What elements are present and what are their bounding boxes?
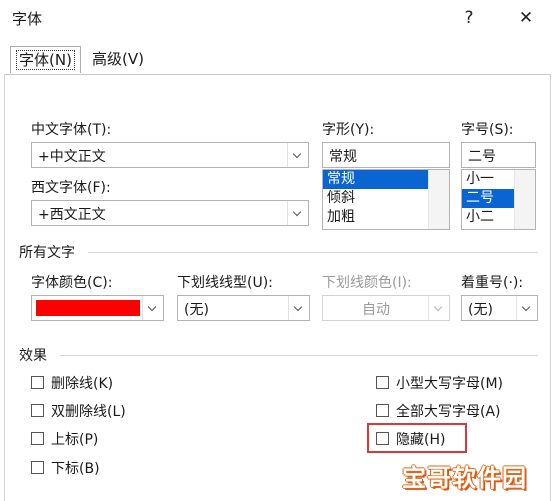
tab-font-label: 字体(N) <box>16 50 75 70</box>
tab-font[interactable]: 字体(N) <box>10 46 81 73</box>
checkbox-box[interactable] <box>376 404 389 417</box>
font-color-label: 字体颜色(C): <box>31 275 113 291</box>
chevron-down-icon <box>428 296 449 320</box>
watermark: 宝哥软件园 <box>398 454 550 496</box>
tab-advanced[interactable]: 高级(V) <box>88 46 148 72</box>
underline-color-label: 下划线颜色(I): <box>322 275 412 291</box>
strikethrough-label[interactable]: 删除线(K) <box>51 373 113 393</box>
divider <box>88 252 538 253</box>
chevron-down-icon[interactable] <box>142 296 163 320</box>
font-size-label: 字号(S): <box>461 122 514 138</box>
small-caps-label[interactable]: 小型大写字母(M) <box>396 373 503 393</box>
chinese-font-label: 中文字体(T): <box>31 122 112 138</box>
western-font-label: 西文字体(F): <box>31 180 111 196</box>
subscript-label[interactable]: 下标(B) <box>51 458 100 478</box>
checkbox-box[interactable] <box>376 376 389 389</box>
chevron-down-icon[interactable] <box>287 143 308 167</box>
divider <box>60 355 538 356</box>
underline-style-label: 下划线线型(U): <box>177 275 273 291</box>
checkbox-box[interactable] <box>31 404 44 417</box>
font-style-input[interactable]: 常规 <box>322 142 450 168</box>
font-style-list[interactable]: 常规 倾斜 加粗 <box>322 169 450 230</box>
emphasis-combo[interactable]: (无) <box>461 295 538 321</box>
chevron-down-icon[interactable] <box>288 296 309 320</box>
tab-advanced-label: 高级(V) <box>92 50 144 68</box>
checkbox-box[interactable] <box>31 376 44 389</box>
help-button[interactable]: ? <box>455 6 483 30</box>
superscript-label[interactable]: 上标(P) <box>51 429 98 449</box>
font-style-option[interactable]: 常规 <box>323 170 429 189</box>
chinese-font-value: +中文正文 <box>38 149 106 165</box>
close-button[interactable]: ✕ <box>512 6 540 30</box>
tab-strip: 字体(N) 高级(V) <box>0 38 553 74</box>
emphasis-label: 着重号(·): <box>461 275 524 291</box>
underline-style-value: (无) <box>184 302 209 318</box>
font-dialog: 字体 ? ✕ 字体(N) 高级(V) 中文字体(T): +中文正文 西文字体(F… <box>0 0 553 501</box>
font-style-label: 字形(Y): <box>322 122 375 138</box>
chinese-font-combo[interactable]: +中文正文 <box>31 142 309 168</box>
font-size-option[interactable]: 二号 <box>462 189 515 208</box>
underline-style-combo[interactable]: (无) <box>177 295 310 321</box>
checkbox-box[interactable] <box>31 461 44 474</box>
checkbox-box[interactable] <box>31 432 44 445</box>
font-style-scrollbar[interactable] <box>428 170 449 229</box>
western-font-combo[interactable]: +西文正文 <box>31 200 309 226</box>
emphasis-value: (无) <box>468 302 493 318</box>
title-bar: 字体 ? ✕ <box>0 0 553 36</box>
all-caps-label[interactable]: 全部大写字母(A) <box>396 401 501 421</box>
color-swatch <box>36 300 140 316</box>
chevron-down-icon[interactable] <box>287 201 308 225</box>
window-title: 字体 <box>12 10 43 28</box>
font-size-input[interactable]: 二号 <box>461 142 536 168</box>
double-strikethrough-label[interactable]: 双删除线(L) <box>51 401 126 421</box>
watermark-text: 宝哥软件园 <box>402 464 527 492</box>
highlight-box <box>367 423 467 453</box>
font-color-picker[interactable] <box>31 295 164 321</box>
western-font-value: +西文正文 <box>38 207 106 223</box>
chevron-down-icon[interactable] <box>516 296 537 320</box>
underline-color-combo: 自动 <box>322 295 450 321</box>
font-size-list[interactable]: 小一 二号 小二 <box>461 169 536 230</box>
font-size-scrollbar[interactable] <box>514 170 535 229</box>
all-text-section-label: 所有文字 <box>19 245 75 261</box>
effects-section-label: 效果 <box>19 348 47 364</box>
